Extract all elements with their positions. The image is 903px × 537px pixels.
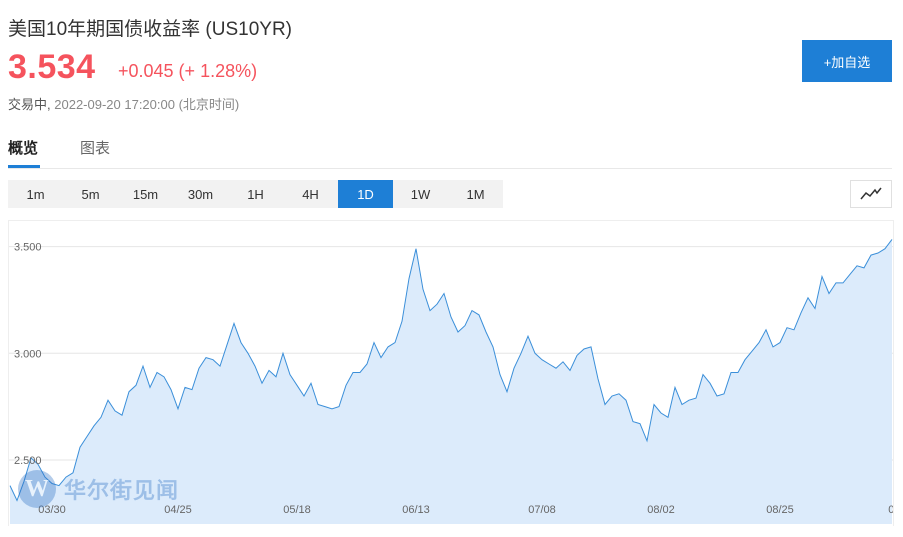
x-tick-label: 08/25 [766,504,794,516]
period-1mo[interactable]: 1M [448,180,503,208]
y-tick-label: 3.500 [14,242,42,254]
line-chart-icon [860,187,882,200]
add-watchlist-button[interactable]: +加自选 [802,40,892,82]
watermark-text: 华尔街见闻 [64,478,180,503]
y-tick-label: 3.000 [14,348,42,360]
x-tick-label: 07/08 [528,504,556,516]
current-price: 3.534 [8,48,96,86]
period-5m[interactable]: 5m [63,180,118,208]
period-1m[interactable]: 1m [8,180,63,208]
tab-charts[interactable]: 图表 [80,137,110,158]
instrument-title: 美国10年期国债收益率 (US10YR) [8,19,292,40]
period-1w[interactable]: 1W [393,180,448,208]
x-tick-label: 05/18 [283,504,311,516]
price-change: +0.045 (+ 1.28%) [118,61,258,81]
tab-bar: 概览 图表 [8,128,892,169]
status-label: 交易中, [8,97,51,112]
period-1h[interactable]: 1H [228,180,283,208]
trade-status: 交易中, 2022-09-20 17:20:00 (北京时间) [8,94,239,113]
period-30m[interactable]: 30m [173,180,228,208]
tab-overview[interactable]: 概览 [8,137,38,158]
x-tick-label: 08/02 [647,504,675,516]
watermark-logo: W [18,470,56,508]
watermark: W 华尔街见闻 [18,470,179,508]
period-1d[interactable]: 1D [338,180,393,208]
chart-type-button[interactable] [850,180,892,208]
period-15m[interactable]: 15m [118,180,173,208]
active-tab-indicator [8,165,40,168]
timestamp: 2022-09-20 17:20:00 (北京时间) [54,97,240,112]
period-selector: 1m 5m 15m 30m 1H 4H 1D 1W 1M [8,180,503,208]
x-tick-label: 06/13 [402,504,430,516]
y-tick-label: 2.500 [14,455,42,467]
x-tick-label: 09/2 [888,504,893,516]
period-4h[interactable]: 4H [283,180,338,208]
